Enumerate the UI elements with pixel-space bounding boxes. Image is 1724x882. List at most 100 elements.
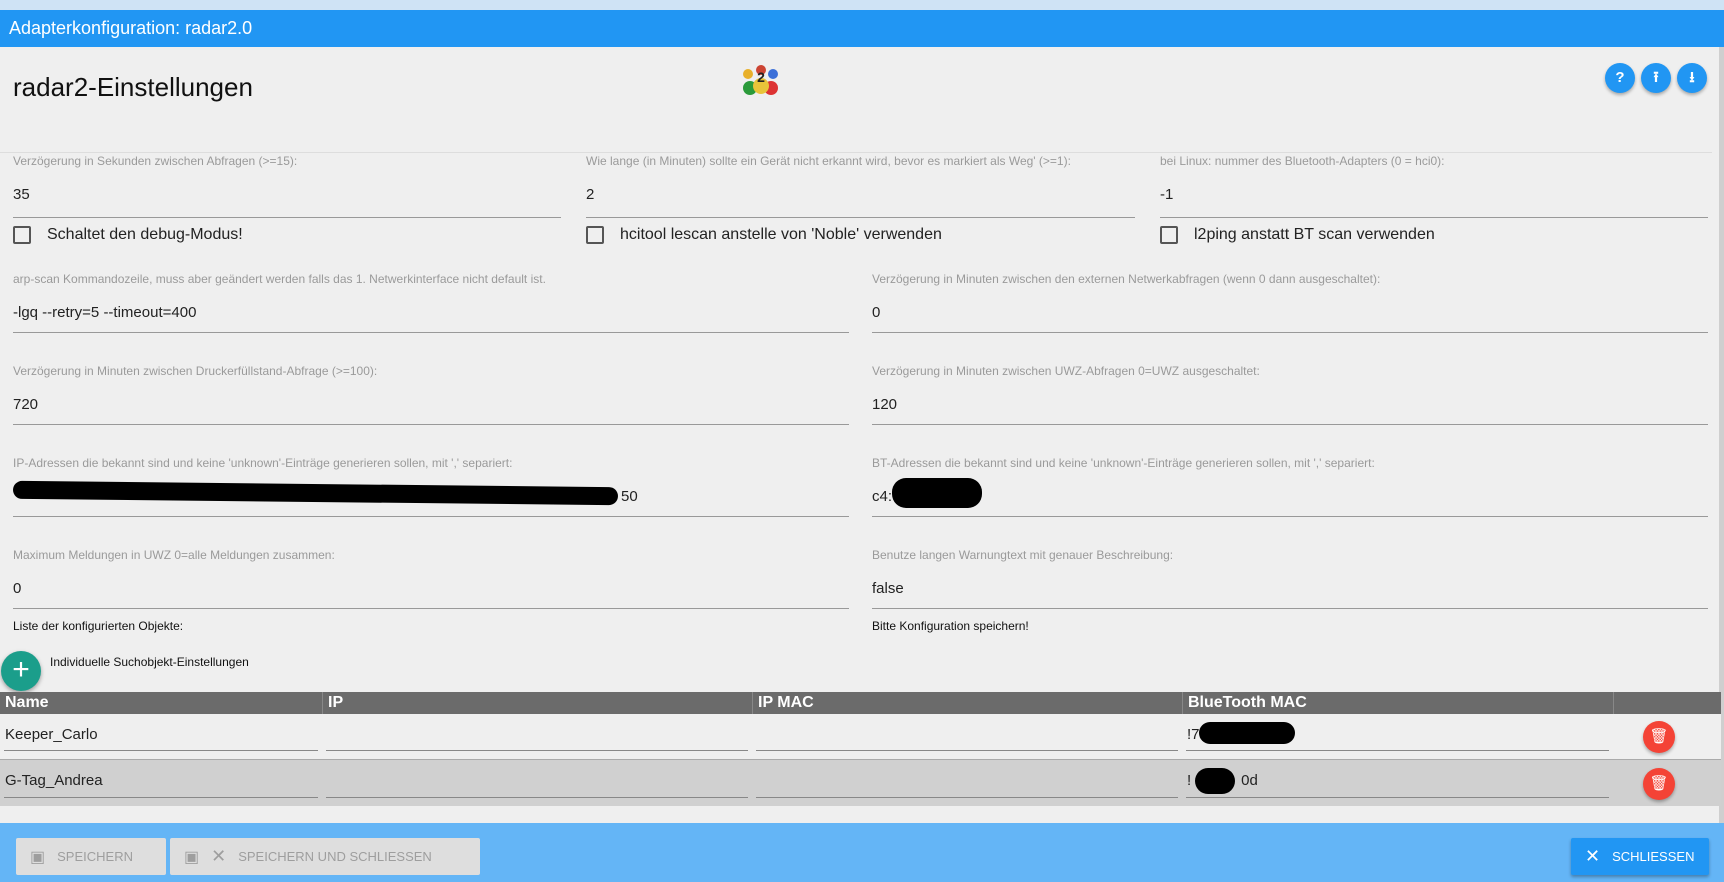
plus-icon: + [12,653,30,686]
field-underline [872,516,1708,517]
checkbox-label: Schaltet den debug-Modus! [47,226,243,243]
close-label: SCHLIESSEN [1612,849,1695,864]
download-button[interactable]: ⭳ [1677,63,1707,93]
header-divider [0,152,1712,153]
field-label: bei Linux: nummer des Bluetooth-Adapters… [1160,154,1445,168]
svg-text:2: 2 [757,69,765,85]
trash-icon: 🗑 [1649,775,1669,792]
column-bt-mac: BlueTooth MAC [1182,692,1613,714]
top-stripe [0,0,1724,10]
name-input[interactable]: Keeper_Carlo [5,726,98,743]
redaction [1195,768,1235,794]
close-button[interactable]: ✕ SCHLIESSEN [1571,838,1709,875]
ip-mac-cell[interactable] [752,714,1182,759]
delete-row-button[interactable]: 🗑 [1643,768,1675,800]
checkbox-label: hcitool lescan anstelle von 'Noble' verw… [620,226,942,243]
redaction [1199,722,1295,744]
table-row: Keeper_Carlo !7 e 🗑 [0,714,1721,759]
window-title: Adapterkonfiguration: radar2.0 [0,10,1724,47]
field-value[interactable]: 35 [13,186,561,203]
name-input[interactable]: G-Tag_Andrea [5,772,103,789]
close-icon: ✕ [211,846,227,866]
field-value[interactable]: 0 [13,580,849,597]
poll-delay-field[interactable]: Verzögerung in Sekunden zwischen Abfrage… [13,154,561,218]
checkbox-icon[interactable] [586,226,604,244]
field-value[interactable]: 720 [13,396,849,413]
table-row: G-Tag_Andrea ! 0d 🗑 [0,759,1721,806]
help-button[interactable]: ? [1605,63,1635,93]
hcitool-checkbox[interactable]: hcitool lescan anstelle von 'Noble' verw… [586,226,942,244]
field-label: Maximum Meldungen in UWZ 0=alle Meldunge… [13,548,335,562]
field-value[interactable]: 2 [586,186,1135,203]
footer-bar: ▣ SPEICHERN ▣ ✕ SPEICHERN UND SCHLIESSEN ✕ S… [0,823,1724,882]
external-net-delay-field[interactable]: Verzögerung in Minuten zwischen den exte… [872,272,1708,334]
l2ping-checkbox[interactable]: l2ping anstatt BT scan verwenden [1160,226,1435,244]
save-close-button[interactable]: ▣ ✕ SPEICHERN UND SCHLIESSEN [170,838,480,875]
field-underline [13,516,849,517]
known-bt-field[interactable]: BT-Adressen die bekannt sind und keine '… [872,456,1708,518]
field-label: Verzögerung in Minuten zwischen UWZ-Abfr… [872,364,1260,378]
field-underline [13,424,849,425]
field-label: Wie lange (in Minuten) sollte ein Gerät … [586,154,1071,168]
save-hint: Bitte Konfiguration speichern! [872,619,1029,633]
ip-mac-cell[interactable] [752,760,1182,806]
table-header: Name IP IP MAC BlueTooth MAC [0,692,1721,714]
field-label: Verzögerung in Minuten zwischen Druckerf… [13,364,378,378]
bt-mac-cell[interactable]: ! 0d [1182,760,1613,806]
add-object-button[interactable]: + [1,651,41,691]
field-label: Verzögerung in Sekunden zwischen Abfrage… [13,154,298,168]
column-ip-mac: IP MAC [752,692,1182,714]
field-underline [872,608,1708,609]
field-underline [586,217,1135,218]
known-ip-field[interactable]: IP-Adressen die bekannt sind und keine '… [12,456,849,518]
uwz-max-messages-field[interactable]: Maximum Meldungen in UWZ 0=alle Meldunge… [13,548,849,610]
download-icon: ⭳ [1689,69,1695,86]
close-icon: ✕ [1585,846,1601,866]
field-underline [872,332,1708,333]
save-button[interactable]: ▣ SPEICHERN [16,838,166,875]
column-actions [1613,692,1721,714]
save-close-label: SPEICHERN UND SCHLIESSEN [238,849,432,864]
redaction [892,478,982,508]
away-minutes-field[interactable]: Wie lange (in Minuten) sollte ein Gerät … [586,154,1135,218]
field-underline [13,217,561,218]
bt-mac-cell[interactable]: !7 e [1182,714,1613,759]
bt-adapter-field[interactable]: bei Linux: nummer des Bluetooth-Adapters… [1160,154,1708,218]
save-label: SPEICHERN [57,849,133,864]
radar2-logo-icon: 2 [743,65,778,95]
field-label: Verzögerung in Minuten zwischen den exte… [872,272,1381,286]
field-label: Benutze langen Warnungtext mit genauer B… [872,548,1174,562]
checkbox-icon[interactable] [13,226,31,244]
name-cell[interactable]: G-Tag_Andrea [0,760,322,806]
field-value[interactable]: false [872,580,1708,597]
field-value[interactable]: -1 [1160,186,1708,203]
field-value[interactable]: -lgq --retry=5 --timeout=400 [13,304,849,321]
field-value[interactable]: 0 [872,304,1708,321]
arp-scan-field[interactable]: arp-scan Kommandozeile, muss aber geände… [13,272,849,334]
field-underline [1160,217,1708,218]
help-icon: ? [1615,69,1625,86]
field-underline [872,424,1708,425]
field-underline [13,608,849,609]
column-ip: IP [322,692,752,714]
add-object-label: Individuelle Suchobjekt-Einstellungen [50,655,249,669]
upload-button[interactable]: ⭱ [1641,63,1671,93]
name-cell[interactable]: Keeper_Carlo [0,714,322,759]
list-title: Liste der konfigurierten Objekte: [13,619,184,633]
uwz-delay-field[interactable]: Verzögerung in Minuten zwischen UWZ-Abfr… [872,364,1708,426]
floppy-icon: ▣ [30,848,46,866]
checkbox-icon[interactable] [1160,226,1178,244]
checkbox-label: l2ping anstatt BT scan verwenden [1194,226,1435,243]
field-value[interactable]: 120 [872,396,1708,413]
column-name: Name [5,694,49,711]
field-label: IP-Adressen die bekannt sind und keine '… [13,456,513,470]
long-warning-field[interactable]: Benutze langen Warnungtext mit genauer B… [872,548,1708,610]
printer-delay-field[interactable]: Verzögerung in Minuten zwischen Druckerf… [13,364,849,426]
field-value[interactable]: c4: e6 [872,488,1708,505]
trash-icon: 🗑 [1649,728,1669,745]
delete-row-button[interactable]: 🗑 [1643,721,1675,753]
upload-icon: ⭱ [1653,69,1659,86]
debug-checkbox[interactable]: Schaltet den debug-Modus! [13,226,243,244]
ip-cell[interactable] [322,714,752,759]
ip-cell[interactable] [322,760,752,806]
